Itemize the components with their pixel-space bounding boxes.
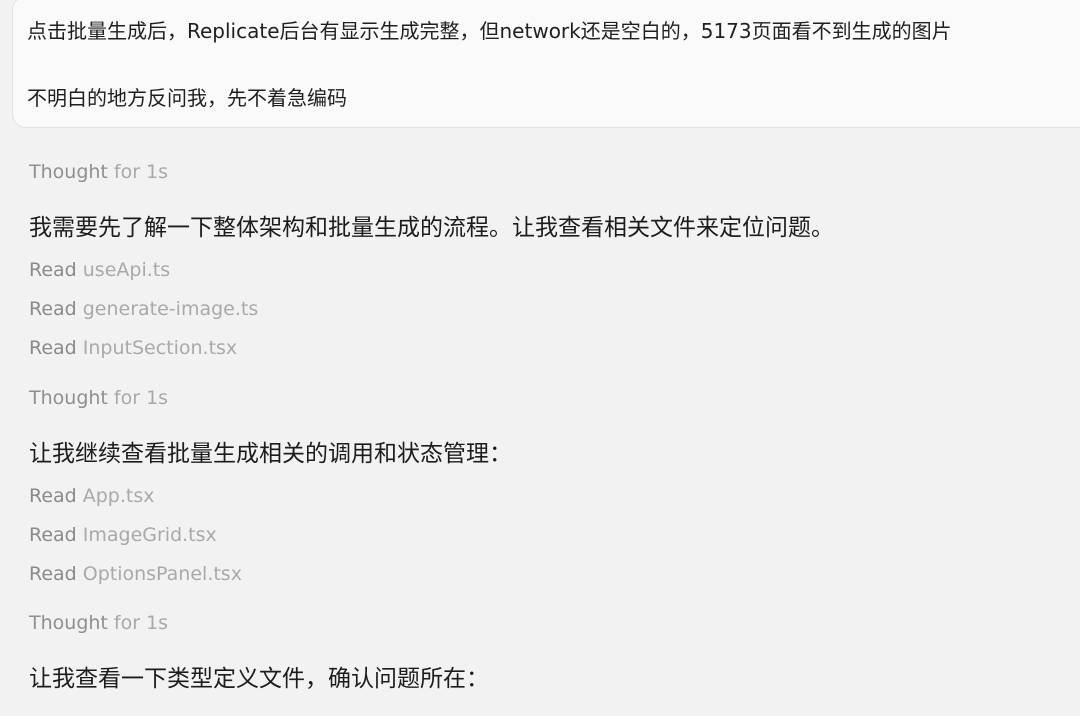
thought-duration: for 1s: [113, 161, 169, 183]
assistant-message: 我需要先了解一下整体架构和批量生成的流程。让我查看相关文件来定位问题。: [29, 215, 834, 241]
read-file-name: OptionsPanel.tsx: [82, 563, 242, 585]
read-file-entry[interactable]: Read ImageGrid.tsx: [29, 524, 217, 546]
thought-indicator[interactable]: Thought for 1s: [29, 612, 168, 634]
thought-duration: for 1s: [113, 387, 169, 409]
assistant-message: 让我查看一下类型定义文件，确认问题所在：: [29, 666, 489, 692]
read-file-name: ImageGrid.tsx: [82, 524, 217, 546]
read-file-name: useApi.ts: [82, 259, 171, 281]
user-message-bubble: 点击批量生成后，Replicate后台有显示生成完整，但network还是空白的…: [12, 0, 1080, 128]
thought-indicator[interactable]: Thought for 1s: [29, 387, 168, 409]
thought-label: Thought: [29, 161, 108, 183]
read-label: Read: [29, 563, 77, 585]
read-label: Read: [29, 298, 77, 320]
user-message-line-2: 不明白的地方反问我，先不着急编码: [27, 86, 347, 110]
user-message-line-1: 点击批量生成后，Replicate后台有显示生成完整，但network还是空白的…: [27, 19, 952, 43]
read-label: Read: [29, 485, 77, 507]
read-file-entry[interactable]: Read useApi.ts: [29, 259, 170, 281]
read-file-name: generate-image.ts: [82, 298, 259, 320]
assistant-message: 让我继续查看批量生成相关的调用和状态管理：: [29, 441, 512, 467]
thought-indicator[interactable]: Thought for 1s: [29, 161, 168, 183]
read-file-entry[interactable]: Read App.tsx: [29, 485, 155, 507]
thought-label: Thought: [29, 387, 108, 409]
read-file-entry[interactable]: Read InputSection.tsx: [29, 337, 237, 359]
thought-label: Thought: [29, 612, 108, 634]
read-file-name: InputSection.tsx: [82, 337, 238, 359]
read-label: Read: [29, 524, 77, 546]
read-file-name: App.tsx: [82, 485, 155, 507]
chat-transcript: 点击批量生成后，Replicate后台有显示生成完整，但network还是空白的…: [0, 0, 1080, 716]
read-file-entry[interactable]: Read OptionsPanel.tsx: [29, 563, 242, 585]
thought-duration: for 1s: [113, 612, 169, 634]
read-file-entry[interactable]: Read generate-image.ts: [29, 298, 258, 320]
read-label: Read: [29, 259, 77, 281]
read-label: Read: [29, 337, 77, 359]
